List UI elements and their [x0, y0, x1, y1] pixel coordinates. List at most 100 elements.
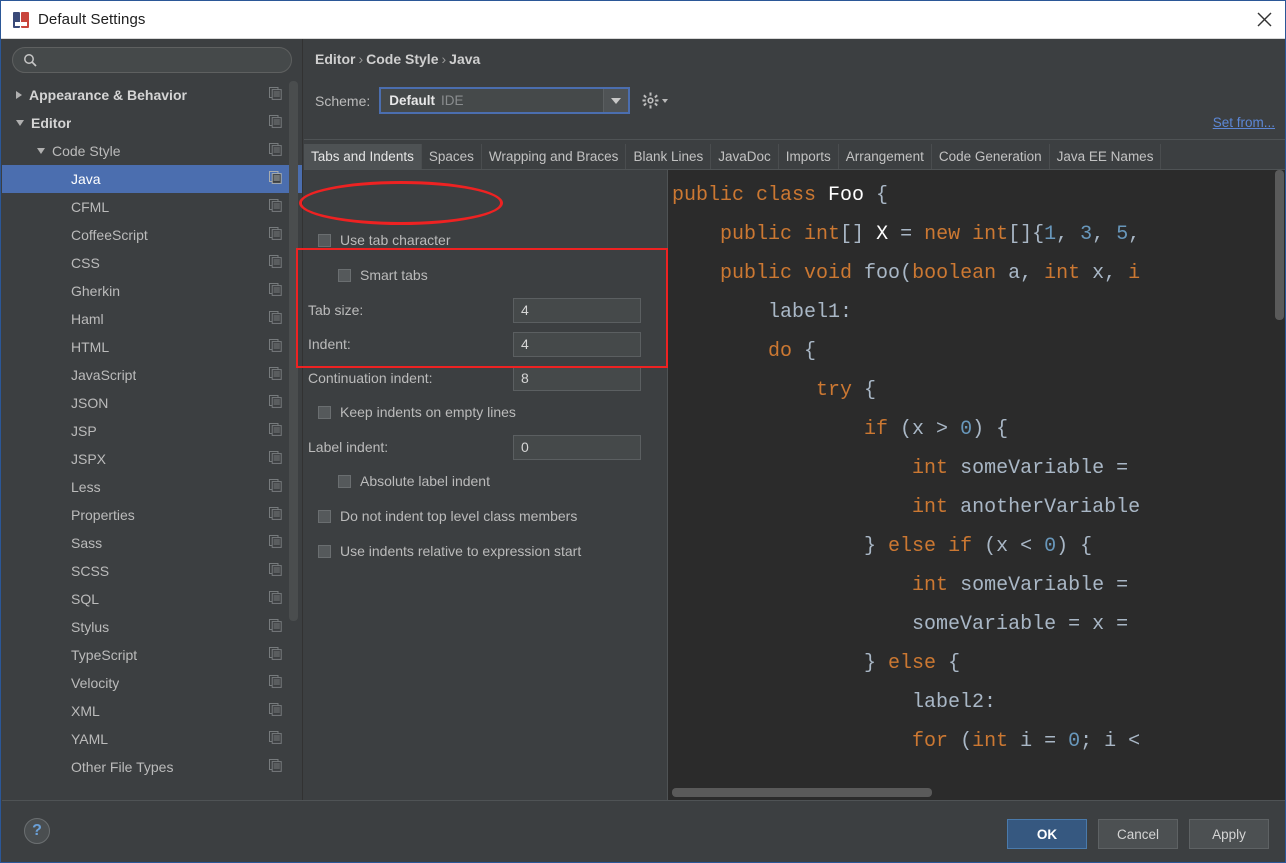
label-indent-input[interactable]: 0: [513, 434, 641, 460]
copy-scheme-icon[interactable]: [269, 87, 282, 103]
copy-scheme-icon[interactable]: [269, 143, 282, 159]
sidebar-item-cfml[interactable]: CFML: [2, 193, 302, 221]
continuation-indent-input[interactable]: 8: [513, 365, 641, 391]
copy-scheme-icon[interactable]: [269, 591, 282, 607]
sidebar-item-velocity[interactable]: Velocity: [2, 669, 302, 697]
scheme-select[interactable]: Default IDE: [379, 87, 631, 114]
sidebar-item-xml[interactable]: XML: [2, 697, 302, 725]
sidebar-item-label: JSP: [71, 423, 97, 439]
copy-scheme-icon[interactable]: [269, 227, 282, 243]
scheme-settings-button[interactable]: [642, 92, 669, 109]
code-token: void: [804, 262, 865, 285]
chevron-right-icon[interactable]: [16, 91, 22, 99]
absolute-label-indent-checkbox[interactable]: Absolute label indent: [338, 469, 490, 493]
do-not-indent-top-level-checkbox[interactable]: Do not indent top level class members: [318, 504, 577, 528]
help-icon[interactable]: ?: [24, 818, 50, 844]
code-token: 3: [1080, 223, 1093, 246]
chevron-down-icon[interactable]: [16, 120, 24, 126]
search-box[interactable]: [12, 47, 292, 73]
copy-scheme-icon[interactable]: [269, 283, 282, 299]
tab-blank-lines[interactable]: Blank Lines: [626, 144, 712, 169]
copy-scheme-icon[interactable]: [269, 507, 282, 523]
tab-java-ee-names[interactable]: Java EE Names: [1050, 144, 1162, 169]
set-from-link[interactable]: Set from...: [1213, 115, 1275, 130]
copy-scheme-icon[interactable]: [269, 423, 282, 439]
copy-scheme-icon[interactable]: [269, 703, 282, 719]
copy-scheme-icon[interactable]: [269, 731, 282, 747]
sidebar-item-scss[interactable]: SCSS: [2, 557, 302, 585]
copy-scheme-icon[interactable]: [269, 199, 282, 215]
code-line: public class Foo {: [672, 176, 1140, 215]
sidebar-item-properties[interactable]: Properties: [2, 501, 302, 529]
chevron-down-icon[interactable]: [603, 89, 629, 112]
tab-imports[interactable]: Imports: [779, 144, 839, 169]
tab-spaces[interactable]: Spaces: [422, 144, 482, 169]
copy-scheme-icon[interactable]: [269, 479, 282, 495]
sidebar-item-typescript[interactable]: TypeScript: [2, 641, 302, 669]
sidebar-item-yaml[interactable]: YAML: [2, 725, 302, 753]
sidebar-scrollbar[interactable]: [289, 81, 298, 621]
tab-javadoc[interactable]: JavaDoc: [711, 144, 779, 169]
copy-scheme-icon: [269, 451, 282, 464]
sidebar-item-appearance-behavior[interactable]: Appearance & Behavior: [2, 81, 302, 109]
sidebar-item-sql[interactable]: SQL: [2, 585, 302, 613]
sidebar-item-stylus[interactable]: Stylus: [2, 613, 302, 641]
copy-scheme-icon[interactable]: [269, 675, 282, 691]
copy-scheme-icon: [269, 395, 282, 408]
apply-button[interactable]: Apply: [1189, 819, 1269, 849]
code-line: } else {: [672, 644, 1140, 683]
sidebar-item-javascript[interactable]: JavaScript: [2, 361, 302, 389]
copy-scheme-icon[interactable]: [269, 255, 282, 271]
sidebar-item-other-file-types[interactable]: Other File Types: [2, 753, 302, 781]
tab-code-generation[interactable]: Code Generation: [932, 144, 1050, 169]
copy-scheme-icon[interactable]: [269, 367, 282, 383]
copy-scheme-icon[interactable]: [269, 451, 282, 467]
tab-tabs-and-indents[interactable]: Tabs and Indents: [304, 144, 422, 169]
sidebar-item-json[interactable]: JSON: [2, 389, 302, 417]
copy-scheme-icon[interactable]: [269, 171, 282, 187]
sidebar-item-code-style[interactable]: Code Style: [2, 137, 302, 165]
sidebar-item-jsp[interactable]: JSP: [2, 417, 302, 445]
sidebar-item-java[interactable]: Java: [2, 165, 302, 193]
indent-input[interactable]: 4: [513, 331, 641, 357]
breadcrumb-separator: ›: [441, 51, 447, 67]
close-icon[interactable]: [1241, 1, 1285, 38]
copy-scheme-icon[interactable]: [269, 115, 282, 131]
sidebar-item-jspx[interactable]: JSPX: [2, 445, 302, 473]
sidebar-item-html[interactable]: HTML: [2, 333, 302, 361]
sidebar-item-gherkin[interactable]: Gherkin: [2, 277, 302, 305]
copy-scheme-icon[interactable]: [269, 759, 282, 775]
ok-button[interactable]: OK: [1007, 819, 1087, 849]
copy-scheme-icon[interactable]: [269, 563, 282, 579]
chevron-down-icon[interactable]: [37, 148, 45, 154]
sidebar-item-less[interactable]: Less: [2, 473, 302, 501]
copy-scheme-icon[interactable]: [269, 311, 282, 327]
code-token: }: [864, 535, 889, 558]
copy-scheme-icon[interactable]: [269, 339, 282, 355]
preview-vertical-scrollbar[interactable]: [1275, 170, 1284, 320]
sidebar-item-css[interactable]: CSS: [2, 249, 302, 277]
code-token: int: [912, 496, 961, 519]
copy-scheme-icon[interactable]: [269, 535, 282, 551]
tab-wrapping-and-braces[interactable]: Wrapping and Braces: [482, 144, 627, 169]
use-indents-relative-checkbox[interactable]: Use indents relative to expression start: [318, 539, 581, 563]
smart-tabs-checkbox[interactable]: Smart tabs: [338, 263, 428, 287]
tab-arrangement[interactable]: Arrangement: [839, 144, 932, 169]
sidebar-item-editor[interactable]: Editor: [2, 109, 302, 137]
copy-scheme-icon[interactable]: [269, 647, 282, 663]
keep-indents-on-empty-lines-checkbox[interactable]: Keep indents on empty lines: [318, 400, 516, 424]
code-token: 0: [960, 418, 973, 441]
sidebar-item-coffeescript[interactable]: CoffeeScript: [2, 221, 302, 249]
sidebar-item-sass[interactable]: Sass: [2, 529, 302, 557]
use-tab-character-checkbox[interactable]: Use tab character: [318, 228, 451, 252]
tab-size-input[interactable]: 4: [513, 297, 641, 323]
copy-scheme-icon[interactable]: [269, 619, 282, 635]
search-input[interactable]: [43, 52, 281, 68]
keep-indents-label: Keep indents on empty lines: [340, 404, 516, 420]
preview-horizontal-scrollbar[interactable]: [672, 788, 932, 797]
cancel-button[interactable]: Cancel: [1098, 819, 1178, 849]
copy-scheme-icon[interactable]: [269, 395, 282, 411]
sidebar-item-haml[interactable]: Haml: [2, 305, 302, 333]
